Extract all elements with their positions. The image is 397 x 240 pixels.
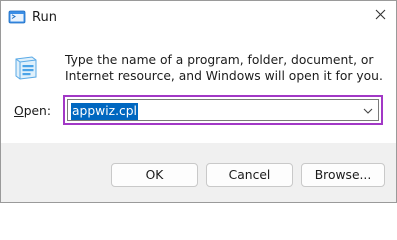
close-icon — [375, 9, 386, 23]
close-button[interactable] — [364, 1, 396, 31]
browse-button[interactable]: Browse... — [301, 163, 385, 187]
open-label: Open: — [14, 104, 51, 118]
dialog-footer: OK Cancel Browse... — [1, 143, 396, 202]
run-program-icon — [14, 55, 38, 81]
run-icon — [8, 8, 26, 26]
open-combobox[interactable]: appwiz.cpl — [63, 95, 383, 125]
ok-button[interactable]: OK — [111, 163, 198, 187]
dialog-body: Type the name of a program, folder, docu… — [1, 35, 396, 143]
chevron-down-icon[interactable] — [362, 106, 374, 116]
open-label-accelerator: O — [14, 104, 24, 118]
run-dialog: Run Type the name of a program, folder, … — [0, 0, 397, 203]
open-input[interactable]: appwiz.cpl — [71, 103, 138, 120]
open-input-border: appwiz.cpl — [67, 99, 379, 121]
open-label-text: pen: — [23, 104, 51, 118]
title-bar[interactable]: Run — [1, 1, 396, 35]
run-description: Type the name of a program, folder, docu… — [65, 53, 383, 83]
window-title: Run — [32, 10, 57, 25]
cancel-button[interactable]: Cancel — [206, 163, 293, 187]
